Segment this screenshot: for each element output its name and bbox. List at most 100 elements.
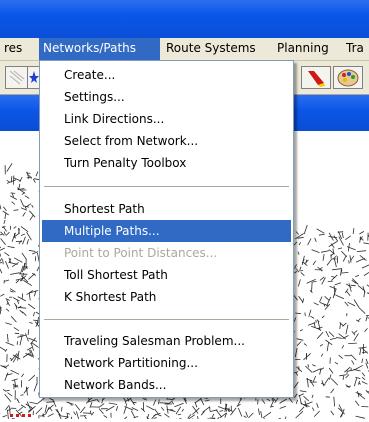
road-segment — [298, 279, 300, 286]
menu-planning[interactable]: Planning — [273, 38, 333, 60]
select-tool-button[interactable] — [5, 66, 29, 89]
road-segment — [11, 193, 16, 194]
road-segment — [13, 298, 19, 301]
menu-item-shortest-path[interactable]: Shortest Path — [42, 198, 291, 220]
menu-item-k-shortest-path[interactable]: K Shortest Path — [42, 286, 291, 308]
road-segment — [129, 397, 134, 405]
road-segment — [8, 410, 9, 419]
road-segment — [330, 374, 332, 379]
road-segment — [19, 274, 27, 275]
road-segment — [42, 414, 46, 416]
map-marker — [10, 414, 13, 417]
road-segment — [220, 411, 224, 412]
road-segment — [325, 296, 330, 300]
menu-item-create[interactable]: Create... — [42, 64, 291, 86]
road-segment — [246, 412, 248, 417]
road-segment — [299, 242, 301, 245]
road-segment — [99, 409, 104, 414]
road-segment — [356, 416, 366, 418]
road-segment — [6, 309, 9, 312]
highlighter-button[interactable] — [301, 66, 331, 89]
road-segment — [300, 267, 301, 270]
road-segment — [329, 250, 335, 255]
road-segment — [261, 411, 262, 418]
road-segment — [300, 330, 303, 331]
road-segment — [109, 403, 117, 405]
road-segment — [326, 340, 333, 345]
road-segment — [313, 261, 316, 265]
road-segment — [280, 406, 286, 408]
road-segment — [21, 395, 24, 396]
menu-item-select-from-network[interactable]: Select from Network... — [42, 130, 291, 152]
menu-item-toll-shortest-path[interactable]: Toll Shortest Path — [42, 264, 291, 286]
road-segment — [312, 282, 313, 291]
road-segment — [29, 375, 35, 381]
road-segment — [362, 265, 369, 268]
road-segment — [304, 396, 309, 401]
road-segment — [23, 212, 26, 216]
menu-features[interactable]: res — [0, 38, 26, 60]
road-segment — [14, 226, 17, 228]
road-segment — [116, 406, 118, 411]
road-segment — [1, 239, 6, 245]
color-palette-icon — [334, 67, 362, 88]
road-segment — [154, 418, 157, 419]
window-title-bar — [0, 0, 369, 38]
road-segment — [22, 312, 26, 316]
menu-networks-paths[interactable]: Networks/Paths — [39, 38, 160, 60]
road-segment — [294, 271, 297, 273]
road-segment — [312, 395, 313, 398]
road-segment — [25, 196, 29, 199]
road-segment — [14, 327, 19, 330]
road-segment — [159, 415, 162, 416]
menu-transit[interactable]: Tra — [342, 38, 368, 60]
road-segment — [125, 399, 127, 405]
menu-item-multiple-paths[interactable]: Multiple Paths... — [42, 220, 291, 242]
road-segment — [348, 343, 357, 344]
road-segment — [299, 296, 303, 302]
road-segment — [359, 308, 365, 314]
menu-route-systems[interactable]: Route Systems — [162, 38, 260, 60]
road-segment — [7, 180, 10, 182]
road-segment — [53, 399, 57, 407]
road-segment — [321, 251, 329, 253]
road-segment — [14, 258, 22, 263]
road-segment — [22, 374, 24, 377]
menu-item-turn-penalty-toolbox[interactable]: Turn Penalty Toolbox — [42, 152, 291, 174]
road-segment — [362, 382, 368, 385]
road-segment — [342, 232, 343, 238]
color-palette-button[interactable] — [333, 66, 363, 89]
menu-item-link-directions[interactable]: Link Directions... — [42, 108, 291, 130]
road-segment — [295, 313, 301, 314]
road-segment — [172, 402, 174, 405]
road-segment — [38, 397, 45, 403]
road-segment — [299, 407, 304, 412]
road-segment — [312, 365, 316, 367]
road-segment — [335, 362, 338, 364]
menu-item-network-partitioning[interactable]: Network Partitioning... — [42, 352, 291, 374]
road-segment — [297, 339, 304, 341]
road-segment — [326, 331, 329, 337]
road-segment — [59, 414, 63, 419]
road-segment — [141, 408, 145, 412]
road-segment — [161, 407, 164, 410]
road-segment — [296, 400, 298, 404]
road-segment — [34, 384, 37, 392]
road-segment — [178, 414, 181, 415]
road-segment — [158, 400, 159, 405]
road-segment — [346, 375, 349, 379]
road-segment — [182, 409, 184, 412]
menu-item-traveling-salesman-problem[interactable]: Traveling Salesman Problem... — [42, 330, 291, 352]
menu-item-network-bands[interactable]: Network Bands... — [42, 374, 291, 396]
road-segment — [6, 232, 9, 235]
road-segment — [238, 408, 242, 417]
road-segment — [75, 404, 80, 410]
road-segment — [155, 409, 159, 415]
road-segment — [343, 376, 344, 380]
menu-item-settings[interactable]: Settings... — [42, 86, 291, 108]
road-segment — [317, 332, 323, 339]
road-segment — [28, 274, 34, 280]
road-segment — [11, 316, 16, 322]
road-segment — [0, 248, 5, 252]
road-segment — [294, 295, 298, 300]
